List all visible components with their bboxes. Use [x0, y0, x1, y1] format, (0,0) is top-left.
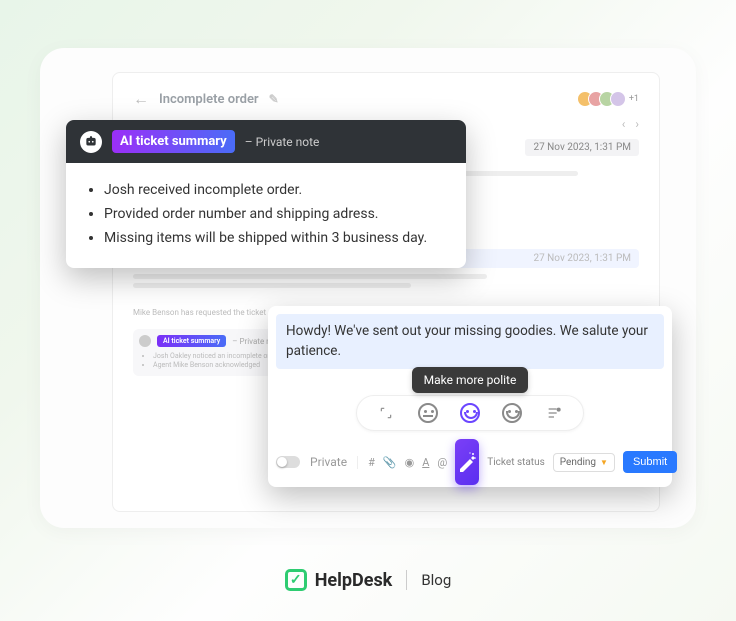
- format-toolbar: # 📎 ◉ A @: [357, 456, 447, 469]
- private-note-label: – Private note: [245, 135, 320, 149]
- summary-bullet: Provided order number and shipping adres…: [104, 204, 446, 225]
- tone-polite-button[interactable]: [459, 402, 481, 424]
- composer-text[interactable]: Howdy! We've sent out your missing goodi…: [276, 314, 664, 369]
- ai-summary-body: Josh received incomplete order. Provided…: [66, 163, 466, 268]
- ai-summary-badge: AI ticket summary: [112, 130, 235, 153]
- divider: [406, 570, 407, 590]
- prev-icon[interactable]: ‹: [622, 117, 626, 131]
- avatar: [610, 91, 626, 107]
- submit-button[interactable]: Submit: [623, 451, 677, 473]
- ticket-header: ← Incomplete order ✎ +1: [133, 89, 639, 109]
- tone-tooltip: Make more polite: [412, 367, 529, 393]
- brand-section[interactable]: Blog: [421, 571, 451, 589]
- tone-bar: [276, 395, 664, 431]
- brand-footer: ✓ HelpDesk Blog: [0, 569, 736, 591]
- ticket-status-select[interactable]: Pending ▼: [553, 453, 615, 472]
- tone-settings-icon[interactable]: [543, 402, 565, 424]
- back-icon[interactable]: ←: [133, 89, 149, 109]
- hash-icon[interactable]: #: [368, 456, 375, 469]
- chevron-down-icon: ▼: [600, 458, 608, 467]
- message-timestamp: 27 Nov 2023, 1:31 PM: [533, 253, 631, 264]
- expand-icon[interactable]: [375, 402, 397, 424]
- composer-footer: Private # 📎 ◉ A @ Ticket status Pending …: [276, 445, 664, 479]
- font-color-icon[interactable]: A: [422, 456, 429, 469]
- avatar-extra-count: +1: [629, 94, 639, 104]
- avatar-stack[interactable]: +1: [582, 91, 639, 107]
- message-timestamp: 27 Nov 2023, 1:31 PM: [525, 139, 639, 156]
- edit-icon[interactable]: ✎: [269, 92, 279, 106]
- private-toggle[interactable]: [276, 456, 300, 468]
- robot-icon: [139, 335, 151, 347]
- record-icon[interactable]: ◉: [405, 456, 415, 469]
- next-icon[interactable]: ›: [635, 117, 639, 131]
- ai-summary-card: AI ticket summary – Private note Josh re…: [66, 120, 466, 268]
- tone-neutral-button[interactable]: [417, 402, 439, 424]
- attachment-icon[interactable]: 📎: [383, 456, 397, 469]
- ai-badge: AI ticket summary: [157, 335, 226, 347]
- ai-summary-header: AI ticket summary – Private note: [66, 120, 466, 163]
- reply-composer: Howdy! We've sent out your missing goodi…: [268, 306, 672, 487]
- check-icon: ✓: [285, 569, 307, 591]
- ai-magic-button[interactable]: [455, 439, 479, 485]
- brand-logo[interactable]: ✓ HelpDesk: [285, 569, 393, 591]
- private-toggle-label: Private: [310, 455, 347, 469]
- robot-icon: [80, 131, 102, 153]
- summary-bullet: Josh received incomplete order.: [104, 180, 446, 201]
- mention-icon[interactable]: @: [437, 456, 447, 469]
- tone-friendly-button[interactable]: [501, 402, 523, 424]
- summary-bullet: Missing items will be shipped within 3 b…: [104, 228, 446, 249]
- ticket-title: Incomplete order: [159, 92, 259, 107]
- brand-name: HelpDesk: [315, 570, 393, 591]
- ticket-status-value: Pending: [560, 457, 596, 468]
- ticket-status-label: Ticket status: [487, 457, 544, 468]
